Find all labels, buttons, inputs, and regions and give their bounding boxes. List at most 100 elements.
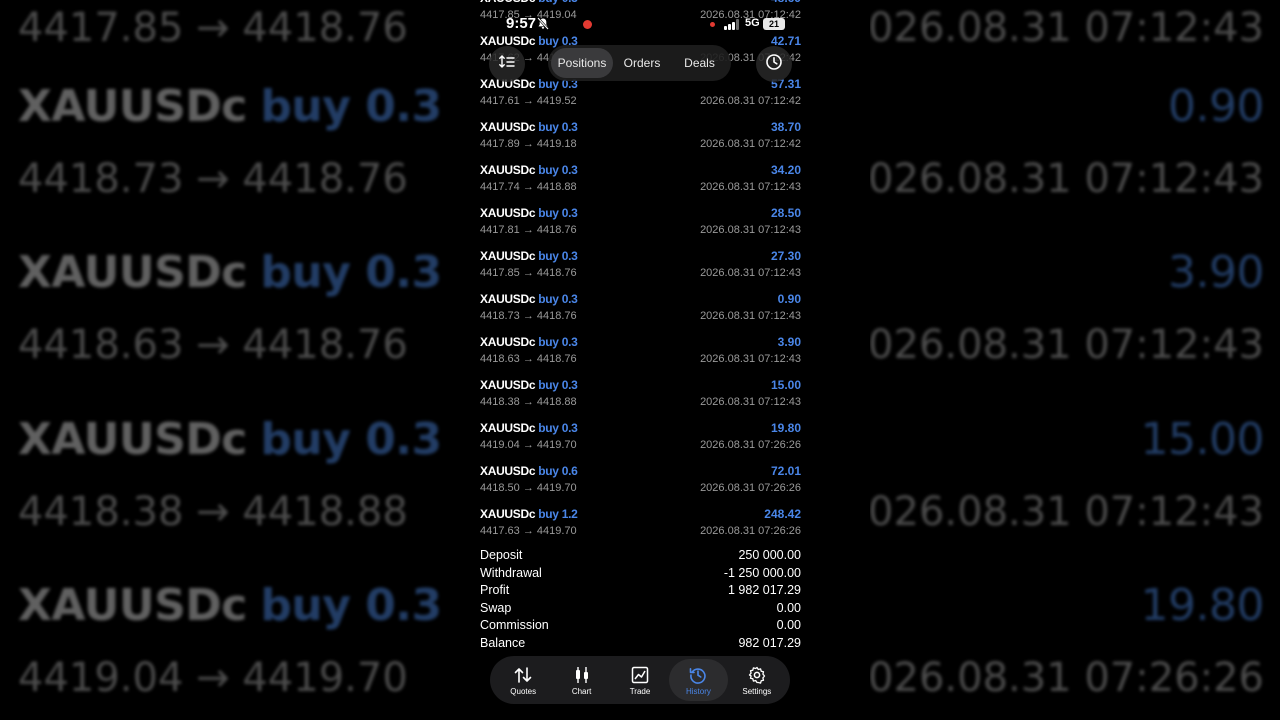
summary-label: Profit <box>480 583 510 598</box>
tab-orders[interactable]: Orders <box>613 48 671 78</box>
bell-muted-icon <box>537 17 549 33</box>
background-time: 2026.08.31 07:12:43 <box>870 155 1264 202</box>
deal-side-volume: buy 0.3 <box>538 206 578 220</box>
quotes-icon <box>514 665 532 685</box>
background-row: 0.90 2026.08.31 07:12:43 <box>870 80 1280 249</box>
phone-screen: XAUUSDcbuy 0.348.694417.85 → 4419.042026… <box>470 0 810 720</box>
tab-label: Chart <box>571 686 592 696</box>
deal-symbol: XAUUSDcbuy 0.3 <box>480 206 578 220</box>
background-symbol: XAUUSDc buy 0.3 <box>18 81 442 132</box>
background-row: 4417.85 → 4418.76 <box>0 0 470 82</box>
background-side: buy 0.3 <box>260 80 442 132</box>
background-profit: 0.90 <box>1168 80 1264 132</box>
background-symbol: XAUUSDc buy 0.3 <box>18 414 442 465</box>
deal-side-volume: buy 0.3 <box>538 292 578 306</box>
symbol-name: XAUUSDc <box>480 464 536 478</box>
symbol-name: XAUUSDc <box>480 507 536 521</box>
view-segmented-control: Positions Orders Deals <box>548 45 731 81</box>
background-prices: 4417.85 → 4418.76 <box>18 5 408 51</box>
deal-symbol: XAUUSDcbuy 0.3 <box>480 335 578 349</box>
deal-row[interactable]: XAUUSDc buy 0.3 15.00 4418.38 → 4418.88 2026… <box>470 371 810 414</box>
symbol-name: XAUUSDc <box>480 120 536 134</box>
background-prices: 4418.63 → 4418.76 <box>18 322 408 368</box>
background-symbol-name: XAUUSDc <box>18 80 247 132</box>
background-row: XAUUSDc buy 0.3 4418.38 → 4418.88 <box>0 414 470 582</box>
background-prices: 4418.73 → 4418.76 <box>18 155 408 202</box>
deal-prices: 4417.89 → 4419.18 <box>480 138 577 150</box>
deal-row[interactable]: XAUUSDc buy 1.2 248.42 4417.63 → 4419.70 202… <box>470 500 810 543</box>
tab-deals[interactable]: Deals <box>671 48 728 78</box>
tab-quotes[interactable]: Quotes <box>494 659 552 701</box>
background-row: XAUUSDc buy 0.3 4418.73 → 4418.76 <box>0 81 470 249</box>
deal-prices: 4419.04 → 4419.70 <box>480 439 577 451</box>
tab-history[interactable]: History <box>669 659 728 701</box>
summary-value: 250 000.00 <box>738 548 801 562</box>
settings-icon <box>748 665 766 685</box>
deal-side-volume: buy 0.3 <box>538 335 578 349</box>
recording-indicator-icon <box>583 20 592 29</box>
summary-value: 0.00 <box>776 600 801 615</box>
deal-time: 2026.08.31 07:12:43 <box>700 396 801 408</box>
summary-label: Balance <box>480 635 526 650</box>
deal-row[interactable]: XAUUSDc buy 0.3 19.80 4419.04 → 4419.70 2026… <box>470 414 810 457</box>
tab-label: Settings <box>742 686 772 696</box>
tab-positions[interactable]: Positions <box>551 48 613 78</box>
background-time: 2026.08.31 07:12:43 <box>870 322 1264 368</box>
background-profit: 3.90 <box>1168 247 1264 298</box>
tab-chart[interactable]: Chart <box>552 659 610 701</box>
account-summary: Deposit 250 000.00 Withdrawal -1 250 000.00… <box>470 548 810 654</box>
deal-side-volume: buy 0.3 <box>538 0 578 5</box>
symbol-name: XAUUSDc <box>480 0 536 5</box>
tab-trade[interactable]: Trade <box>611 659 669 701</box>
summary-row: Withdrawal -1 250 000.00 <box>470 566 810 584</box>
summary-row: Deposit 250 000.00 <box>470 548 810 566</box>
tab-label: Trade <box>629 686 651 696</box>
deal-row[interactable]: XAUUSDc buy 0.3 27.30 4417.85 → 4418.76 2026… <box>470 242 810 285</box>
background-row: 2026.08.31 07:12:43 <box>870 0 1280 82</box>
deal-symbol: XAUUSDc buy 1.2 <box>480 507 578 521</box>
tab-label: History <box>685 686 711 696</box>
deal-time: 2026.08.31 07:26:26 <box>700 439 801 451</box>
period-button[interactable] <box>756 46 792 82</box>
deal-row[interactable]: XAUUSDc buy 0.3 28.50 4417.81 → 4418.76 2026… <box>470 199 810 242</box>
cellular-signal-icon <box>724 19 740 30</box>
sort-button[interactable] <box>489 46 525 82</box>
deal-side-volume: buy 1.2 <box>538 507 578 521</box>
background-row: 15.00 2026.08.31 07:12:43 <box>870 414 1280 582</box>
deal-row[interactable]: XAUUSDc buy 0.3 34.20 4417.74 → 4418.88 2026… <box>470 156 810 199</box>
background-side: buy 0.3 <box>260 580 442 631</box>
deal-prices: 4417.85 → 4418.76 <box>480 267 577 279</box>
deal-row[interactable]: XAUUSDc buy 0.3 0.90 4418.73 → 4418.76 2026.… <box>470 285 810 328</box>
deal-side-volume: buy 0.3 <box>538 421 578 435</box>
status-bar: 9:57 5G 21 <box>470 14 810 36</box>
deal-row[interactable]: XAUUSDc buy 0.3 38.70 4417.89 → 4419.18 2026… <box>470 113 810 156</box>
deal-prices: 4417.63 → 4419.70 <box>480 525 577 537</box>
deal-prices: 4417.61 → 4419.52 <box>480 95 577 107</box>
summary-label: Deposit <box>480 548 523 562</box>
deal-profit: 72.01 <box>770 464 801 478</box>
summary-value: 1 982 017.29 <box>728 583 801 598</box>
symbol-name: XAUUSDc <box>480 206 536 220</box>
tab-settings[interactable]: Settings <box>728 659 786 701</box>
deal-side-volume: buy 0.3 <box>538 378 578 392</box>
deal-profit: 38.70 <box>770 120 801 134</box>
deal-side-volume: buy 0.3 <box>538 249 578 263</box>
background-symbol: XAUUSDc buy 0.3 <box>18 580 442 631</box>
background-symbol: XAUUSDc buy 0.3 <box>18 247 442 298</box>
battery-icon: 21 <box>763 18 785 30</box>
tab-label: Quotes <box>510 686 537 696</box>
background-symbol-name: XAUUSDc <box>18 580 247 631</box>
deal-row[interactable]: XAUUSDc buy 0.3 3.90 4418.63 → 4418.76 2026.… <box>470 328 810 371</box>
summary-label: Swap <box>480 600 512 615</box>
background-symbol-name: XAUUSDc <box>18 247 247 298</box>
deal-symbol: XAUUSDcbuy 0.3 <box>480 163 578 177</box>
background-symbol-name: XAUUSDc <box>18 413 247 465</box>
background-zoom-left: 4417.85 → 4418.76 XAUUSDc buy 0.3 4418.73 … <box>0 0 470 720</box>
deal-prices: 4417.74 → 4418.88 <box>480 181 577 193</box>
deal-time: 2026.08.31 07:12:43 <box>700 224 801 236</box>
top-bar: Positions Orders Deals <box>470 45 810 83</box>
deal-row[interactable]: XAUUSDc buy 0.6 72.01 4418.50 → 4419.70 2026… <box>470 457 810 500</box>
summary-value: 0.00 <box>776 618 801 633</box>
background-time: 2026.08.31 07:12:43 <box>870 5 1264 51</box>
background-row: XAUUSDc buy 0.3 4419.04 → 4419.70 <box>0 580 470 720</box>
